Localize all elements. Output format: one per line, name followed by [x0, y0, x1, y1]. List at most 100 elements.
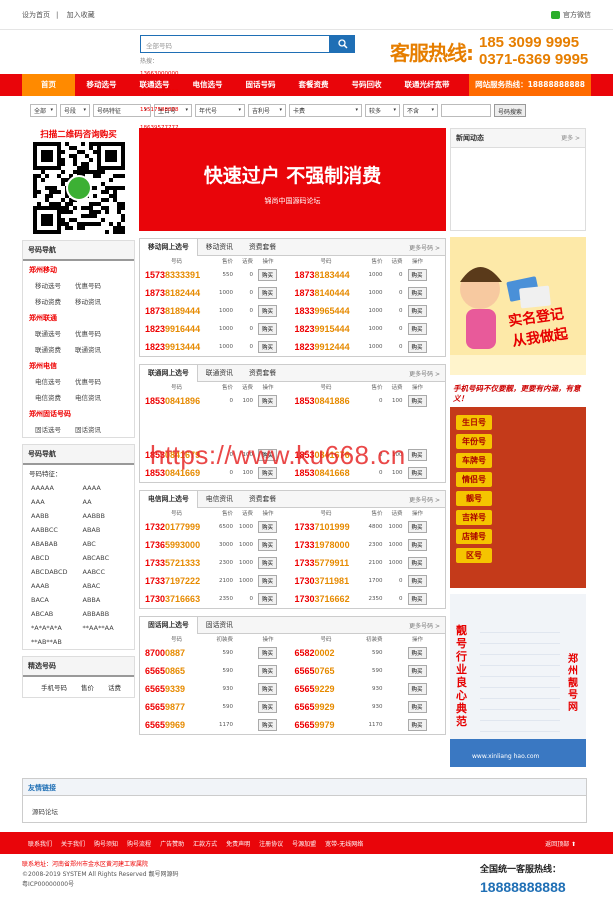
- feature-link[interactable]: ABCDABCD: [31, 568, 83, 576]
- phone-number[interactable]: 17303716662: [295, 594, 358, 604]
- phone-number[interactable]: 17337197222: [145, 576, 208, 586]
- buy-button[interactable]: 购买: [258, 323, 278, 335]
- phone-number[interactable]: 18530841669: [145, 468, 208, 478]
- feature-link[interactable]: [83, 638, 135, 646]
- nav-section-title[interactable]: 郑州联通: [23, 309, 134, 325]
- phone-number[interactable]: 65650865: [145, 666, 208, 676]
- feature-link[interactable]: AA: [83, 498, 135, 506]
- feature-link[interactable]: ABAB: [83, 526, 135, 534]
- footer-link[interactable]: 免责声明: [226, 839, 250, 848]
- phone-number[interactable]: 17303711981: [295, 576, 358, 586]
- feature-link[interactable]: ABCABC: [83, 554, 135, 562]
- buy-button[interactable]: 购买: [258, 575, 278, 587]
- nav-link[interactable]: 优惠号码: [75, 376, 115, 386]
- phone-number[interactable]: 18530841668: [295, 468, 358, 478]
- friend-link[interactable]: 源码论坛: [23, 796, 586, 826]
- feature-link[interactable]: ABCAB: [31, 610, 83, 618]
- nav-link[interactable]: 固话选号: [35, 424, 75, 434]
- buy-button[interactable]: 购买: [407, 467, 427, 479]
- more-numbers-link[interactable]: 更多号码 >: [409, 495, 440, 504]
- feature-link[interactable]: **AA**AA: [83, 624, 135, 632]
- buy-button[interactable]: 购买: [258, 287, 278, 299]
- buy-button[interactable]: 购买: [407, 287, 427, 299]
- filter-select[interactable]: 卡费: [289, 103, 362, 117]
- nav-link[interactable]: 电信资讯: [75, 392, 115, 402]
- phone-number[interactable]: 17335721333: [145, 558, 208, 568]
- feature-link[interactable]: BACA: [31, 596, 83, 604]
- nav-link[interactable]: 移动选号: [35, 280, 75, 290]
- feature-link[interactable]: *A*A*A*A: [31, 624, 83, 632]
- nav-item-mobile[interactable]: 移动选号: [75, 74, 128, 96]
- phone-number[interactable]: 18530841896: [145, 396, 208, 406]
- news-more-link[interactable]: 更多 >: [561, 133, 580, 143]
- buy-button[interactable]: 购买: [407, 593, 427, 605]
- phone-number[interactable]: 18239912444: [295, 342, 358, 352]
- feature-link[interactable]: AAA: [31, 498, 83, 506]
- nav-link[interactable]: 联通选号: [35, 328, 75, 338]
- ad-real-name[interactable]: 实名登记 从我做起: [450, 237, 586, 375]
- block-tab[interactable]: 固话网上选号: [140, 616, 198, 634]
- feature-link[interactable]: AABCC: [83, 568, 135, 576]
- footer-link[interactable]: 购号须知: [94, 839, 118, 848]
- feature-link[interactable]: AAAA: [83, 484, 135, 492]
- nav-link[interactable]: 优惠号码: [75, 280, 115, 290]
- back-to-top-link[interactable]: 返回顶部 ⬆: [545, 839, 576, 848]
- block-tab[interactable]: 资费套餐: [241, 365, 284, 382]
- block-tab[interactable]: 电信网上选号: [140, 490, 198, 508]
- buy-button[interactable]: 购买: [258, 557, 278, 569]
- buy-button[interactable]: 购买: [258, 719, 278, 731]
- phone-number[interactable]: 65650765: [295, 666, 358, 676]
- block-tab[interactable]: 资费套餐: [241, 491, 284, 508]
- block-tab[interactable]: 移动资讯: [198, 239, 241, 256]
- hot-number[interactable]: 13663000000: [140, 65, 179, 83]
- phone-number[interactable]: 18738189444: [145, 306, 208, 316]
- set-home-link[interactable]: 设为首页: [22, 11, 50, 19]
- phone-number[interactable]: 65659929: [295, 702, 358, 712]
- hot-number[interactable]: 18703899999: [140, 83, 179, 101]
- phone-number[interactable]: 18239913444: [145, 342, 208, 352]
- feature-link[interactable]: AAAAA: [31, 484, 83, 492]
- nav-link[interactable]: 电信资费: [35, 392, 75, 402]
- feature-link[interactable]: ABC: [83, 540, 135, 548]
- buy-button[interactable]: 购买: [407, 575, 427, 587]
- buy-button[interactable]: 购买: [258, 647, 278, 659]
- buy-button[interactable]: 购买: [258, 593, 278, 605]
- nav-link[interactable]: 电信选号: [35, 376, 75, 386]
- phone-number[interactable]: 18738182444: [145, 288, 208, 298]
- phone-number[interactable]: 18339965444: [295, 306, 358, 316]
- buy-button[interactable]: 购买: [407, 665, 427, 677]
- phone-number[interactable]: 17365993000: [145, 540, 208, 550]
- phone-number[interactable]: 18530841679: [145, 450, 208, 460]
- buy-button[interactable]: 购买: [258, 665, 278, 677]
- phone-number[interactable]: 65659229: [295, 684, 358, 694]
- phone-number[interactable]: 65659979: [295, 720, 358, 730]
- feature-link[interactable]: ABBABB: [83, 610, 135, 618]
- promo-banner[interactable]: 快速过户 不强制消费 锦尚中国源码论坛: [139, 128, 446, 231]
- buy-button[interactable]: 购买: [258, 539, 278, 551]
- footer-link[interactable]: 号源加盟: [292, 839, 316, 848]
- feature-link[interactable]: ABBA: [83, 596, 135, 604]
- phone-number[interactable]: 17320177999: [145, 522, 208, 532]
- nav-item-broadband[interactable]: 联通光纤宽带: [393, 74, 461, 96]
- footer-link[interactable]: 注册协议: [259, 839, 283, 848]
- buy-button[interactable]: 购买: [407, 521, 427, 533]
- feature-link[interactable]: ABAC: [83, 582, 135, 590]
- buy-button[interactable]: 购买: [258, 269, 278, 281]
- filter-input[interactable]: [441, 103, 491, 117]
- phone-number[interactable]: 18738183444: [295, 270, 358, 280]
- feature-link[interactable]: AABBB: [83, 512, 135, 520]
- phone-number[interactable]: 87000887: [145, 648, 208, 658]
- nav-link[interactable]: 联通资讯: [75, 344, 115, 354]
- block-tab[interactable]: 联通网上选号: [140, 364, 198, 382]
- buy-button[interactable]: 购买: [407, 395, 427, 407]
- ad-zhengzhou-numbers[interactable]: 靓号行业良心典范 郑州靓号网 www.xinliang hao.com: [450, 594, 586, 767]
- phone-number[interactable]: 65659339: [145, 684, 208, 694]
- buy-button[interactable]: 购买: [407, 557, 427, 569]
- nav-section-title[interactable]: 郑州移动: [23, 261, 134, 277]
- feature-link[interactable]: ABCD: [31, 554, 83, 562]
- phone-number[interactable]: 18530841676: [295, 450, 358, 460]
- nav-item-telecom[interactable]: 电信选号: [181, 74, 234, 96]
- filter-select[interactable]: 号段: [60, 103, 90, 117]
- phone-number[interactable]: 18239915444: [295, 324, 358, 334]
- buy-button[interactable]: 购买: [407, 341, 427, 353]
